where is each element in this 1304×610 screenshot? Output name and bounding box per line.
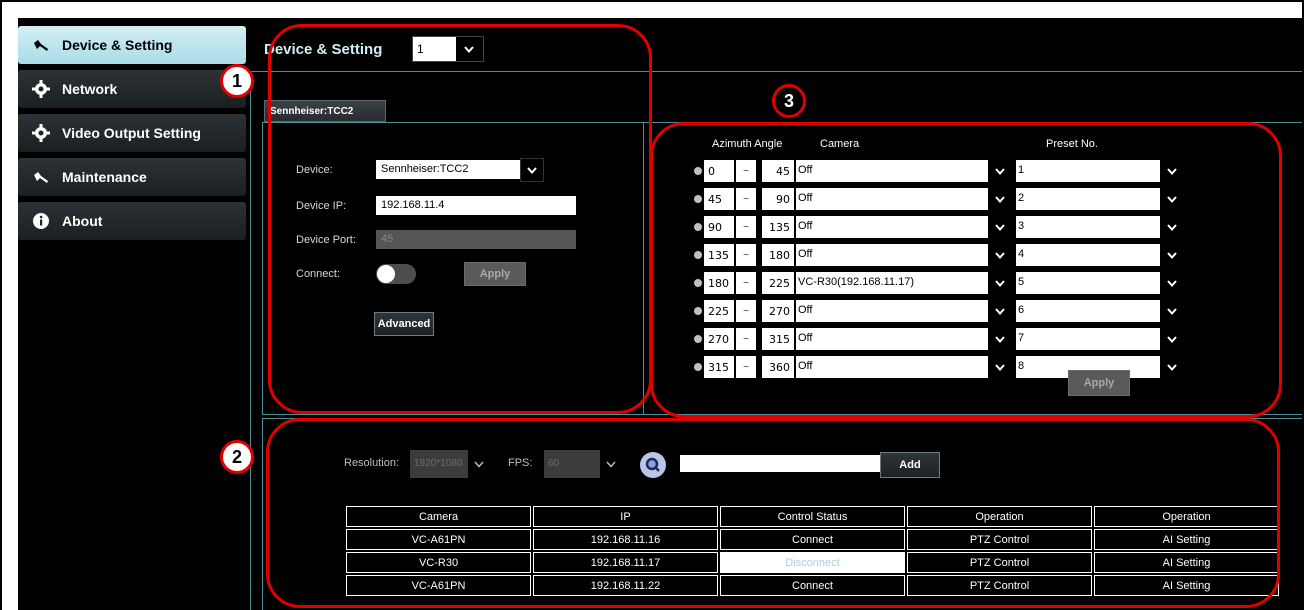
page-left-border [0, 0, 2, 610]
wrench-icon [30, 36, 52, 54]
info-icon [30, 212, 52, 230]
annotation-box-cameras [266, 418, 1280, 608]
sidebar-item-device-setting[interactable]: Device & Setting [18, 26, 246, 64]
sidebar-item-network[interactable]: Network [18, 70, 246, 108]
annotation-marker-3: 3 [772, 84, 806, 118]
sidebar-item-about[interactable]: About [18, 202, 246, 240]
content-left-line [250, 72, 251, 610]
sidebar-item-label: Network [62, 81, 118, 97]
page: { "sidebar": { "items": [ {"label": "Dev… [0, 0, 1304, 610]
page-top-margin [0, 0, 1304, 18]
annotation-box-azimuth [650, 122, 1282, 418]
sidebar: Device & Setting Network Video Output Se… [18, 26, 246, 610]
page-top-border [0, 0, 1304, 2]
bottom-panel-left-line [262, 418, 263, 610]
sidebar-item-label: Device & Setting [62, 37, 173, 53]
panel-left-line [262, 122, 263, 414]
gear-icon [30, 124, 52, 142]
sidebar-item-label: Maintenance [62, 169, 147, 185]
sidebar-item-label: About [62, 213, 103, 229]
annotation-marker-2: 2 [220, 440, 254, 474]
gear-icon [30, 80, 52, 98]
sidebar-item-label: Video Output Setting [62, 125, 201, 141]
sidebar-item-video-output-setting[interactable]: Video Output Setting [18, 114, 246, 152]
sidebar-item-maintenance[interactable]: Maintenance [18, 158, 246, 196]
page-left-margin [0, 0, 18, 610]
annotation-box-device [268, 24, 652, 414]
wrench-icon [30, 168, 52, 186]
annotation-marker-1: 1 [220, 64, 254, 98]
